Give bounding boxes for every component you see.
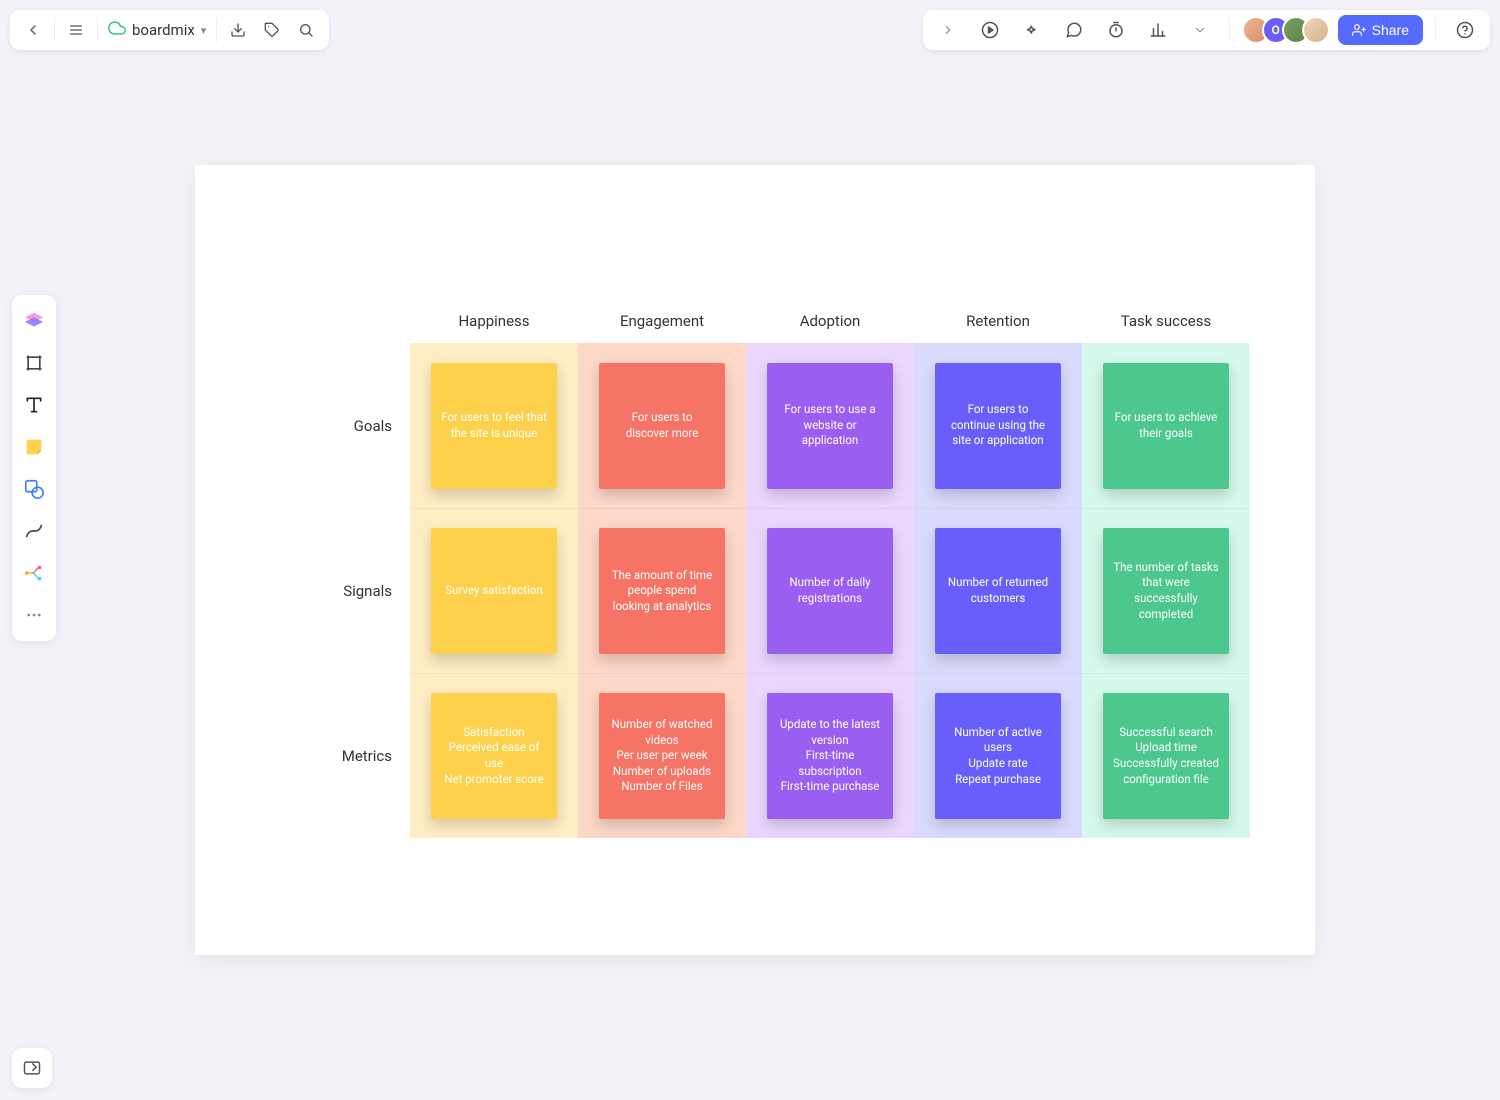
- sticky-note[interactable]: For users to continue using the site or …: [935, 363, 1061, 489]
- matrix-cell: Number of active usersUpdate rateRepeat …: [914, 673, 1082, 838]
- sticky-note[interactable]: SatisfactionPerceived ease of useNet pro…: [431, 693, 557, 819]
- chevron-right-button[interactable]: [931, 13, 965, 47]
- collaborator-avatars[interactable]: O: [1242, 16, 1330, 44]
- back-button[interactable]: [16, 13, 50, 47]
- sticky-note[interactable]: Successful searchUpload timeSuccessfully…: [1103, 693, 1229, 819]
- search-button[interactable]: [289, 13, 323, 47]
- minimap-button[interactable]: [12, 1048, 52, 1088]
- sparkle-button[interactable]: [1015, 13, 1049, 47]
- chevron-down-icon: ▾: [201, 24, 207, 37]
- sticky-note[interactable]: The amount of time people spend looking …: [599, 528, 725, 654]
- matrix-cell: Update to the latest versionFirst-time s…: [746, 673, 914, 838]
- matrix-cell: Number of watched videosPer user per wee…: [578, 673, 746, 838]
- matrix-cell: For users to continue using the site or …: [914, 343, 1082, 508]
- tag-button[interactable]: [255, 13, 289, 47]
- matrix-cell: For users to use a website or applicatio…: [746, 343, 914, 508]
- matrix-cell: For users to achieve their goals: [1082, 343, 1250, 508]
- row-header: Signals: [290, 508, 410, 673]
- help-button[interactable]: [1448, 13, 1482, 47]
- column-header: Happiness: [410, 312, 578, 330]
- sticky-note[interactable]: Number of daily registrations: [767, 528, 893, 654]
- heart-matrix: Happiness Engagement Adoption Retention …: [290, 305, 1250, 838]
- sticky-note-tool[interactable]: [16, 429, 52, 465]
- matrix-cell: For users to discover more: [578, 343, 746, 508]
- column-header: Retention: [914, 312, 1082, 330]
- sticky-note[interactable]: Number of returned customers: [935, 528, 1061, 654]
- matrix-cell: The amount of time people spend looking …: [578, 508, 746, 673]
- row-header: Metrics: [290, 673, 410, 838]
- left-toolbar: [12, 295, 56, 641]
- sticky-note[interactable]: Number of watched videosPer user per wee…: [599, 693, 725, 819]
- matrix-cell: Successful searchUpload timeSuccessfully…: [1082, 673, 1250, 838]
- top-left-group: boardmix ▾: [10, 10, 329, 50]
- sticky-note[interactable]: The number of tasks that were successful…: [1103, 528, 1229, 654]
- matrix-cell: The number of tasks that were successful…: [1082, 508, 1250, 673]
- separator: [1229, 18, 1230, 42]
- canvas-board[interactable]: Happiness Engagement Adoption Retention …: [195, 165, 1315, 955]
- more-tools-button[interactable]: [1183, 13, 1217, 47]
- matrix-row: Goals For users to feel that the site is…: [290, 343, 1250, 508]
- text-tool[interactable]: [16, 387, 52, 423]
- column-header: Task success: [1082, 312, 1250, 330]
- separator: [97, 18, 98, 42]
- sticky-note[interactable]: For users to discover more: [599, 363, 725, 489]
- matrix-row: Signals Survey satisfaction The amount o…: [290, 508, 1250, 673]
- sticky-note[interactable]: For users to achieve their goals: [1103, 363, 1229, 489]
- timer-button[interactable]: [1099, 13, 1133, 47]
- matrix-cell: Number of daily registrations: [746, 508, 914, 673]
- top-bar: boardmix ▾: [10, 10, 1490, 50]
- document-title-group[interactable]: boardmix ▾: [102, 19, 212, 41]
- download-button[interactable]: [221, 13, 255, 47]
- share-label: Share: [1372, 22, 1409, 38]
- separator: [1435, 18, 1436, 42]
- column-headers: Happiness Engagement Adoption Retention …: [290, 305, 1250, 337]
- sticky-note[interactable]: Update to the latest versionFirst-time s…: [767, 693, 893, 819]
- connector-tool[interactable]: [16, 513, 52, 549]
- matrix-cell: SatisfactionPerceived ease of useNet pro…: [410, 673, 578, 838]
- matrix-cell: Survey satisfaction: [410, 508, 578, 673]
- matrix-cell: Number of returned customers: [914, 508, 1082, 673]
- matrix-cell: For users to feel that the site is uniqu…: [410, 343, 578, 508]
- sticky-note[interactable]: Number of active usersUpdate rateRepeat …: [935, 693, 1061, 819]
- separator: [54, 18, 55, 42]
- top-right-group: O Share: [923, 10, 1490, 50]
- more-tools[interactable]: [16, 597, 52, 633]
- play-button[interactable]: [973, 13, 1007, 47]
- column-header: Engagement: [578, 312, 746, 330]
- document-title: boardmix: [132, 21, 195, 39]
- frame-tool[interactable]: [16, 345, 52, 381]
- comment-button[interactable]: [1057, 13, 1091, 47]
- row-header: Goals: [290, 343, 410, 508]
- share-button[interactable]: Share: [1338, 15, 1423, 45]
- avatar[interactable]: [1302, 16, 1330, 44]
- cloud-sync-icon: [108, 19, 126, 41]
- sticky-note[interactable]: Survey satisfaction: [431, 528, 557, 654]
- separator: [216, 18, 217, 42]
- chart-button[interactable]: [1141, 13, 1175, 47]
- sticky-note[interactable]: For users to feel that the site is uniqu…: [431, 363, 557, 489]
- matrix-row: Metrics SatisfactionPerceived ease of us…: [290, 673, 1250, 838]
- column-header: Adoption: [746, 312, 914, 330]
- mindmap-tool[interactable]: [16, 555, 52, 591]
- shape-tool[interactable]: [16, 471, 52, 507]
- menu-button[interactable]: [59, 13, 93, 47]
- templates-tool[interactable]: [16, 303, 52, 339]
- sticky-note[interactable]: For users to use a website or applicatio…: [767, 363, 893, 489]
